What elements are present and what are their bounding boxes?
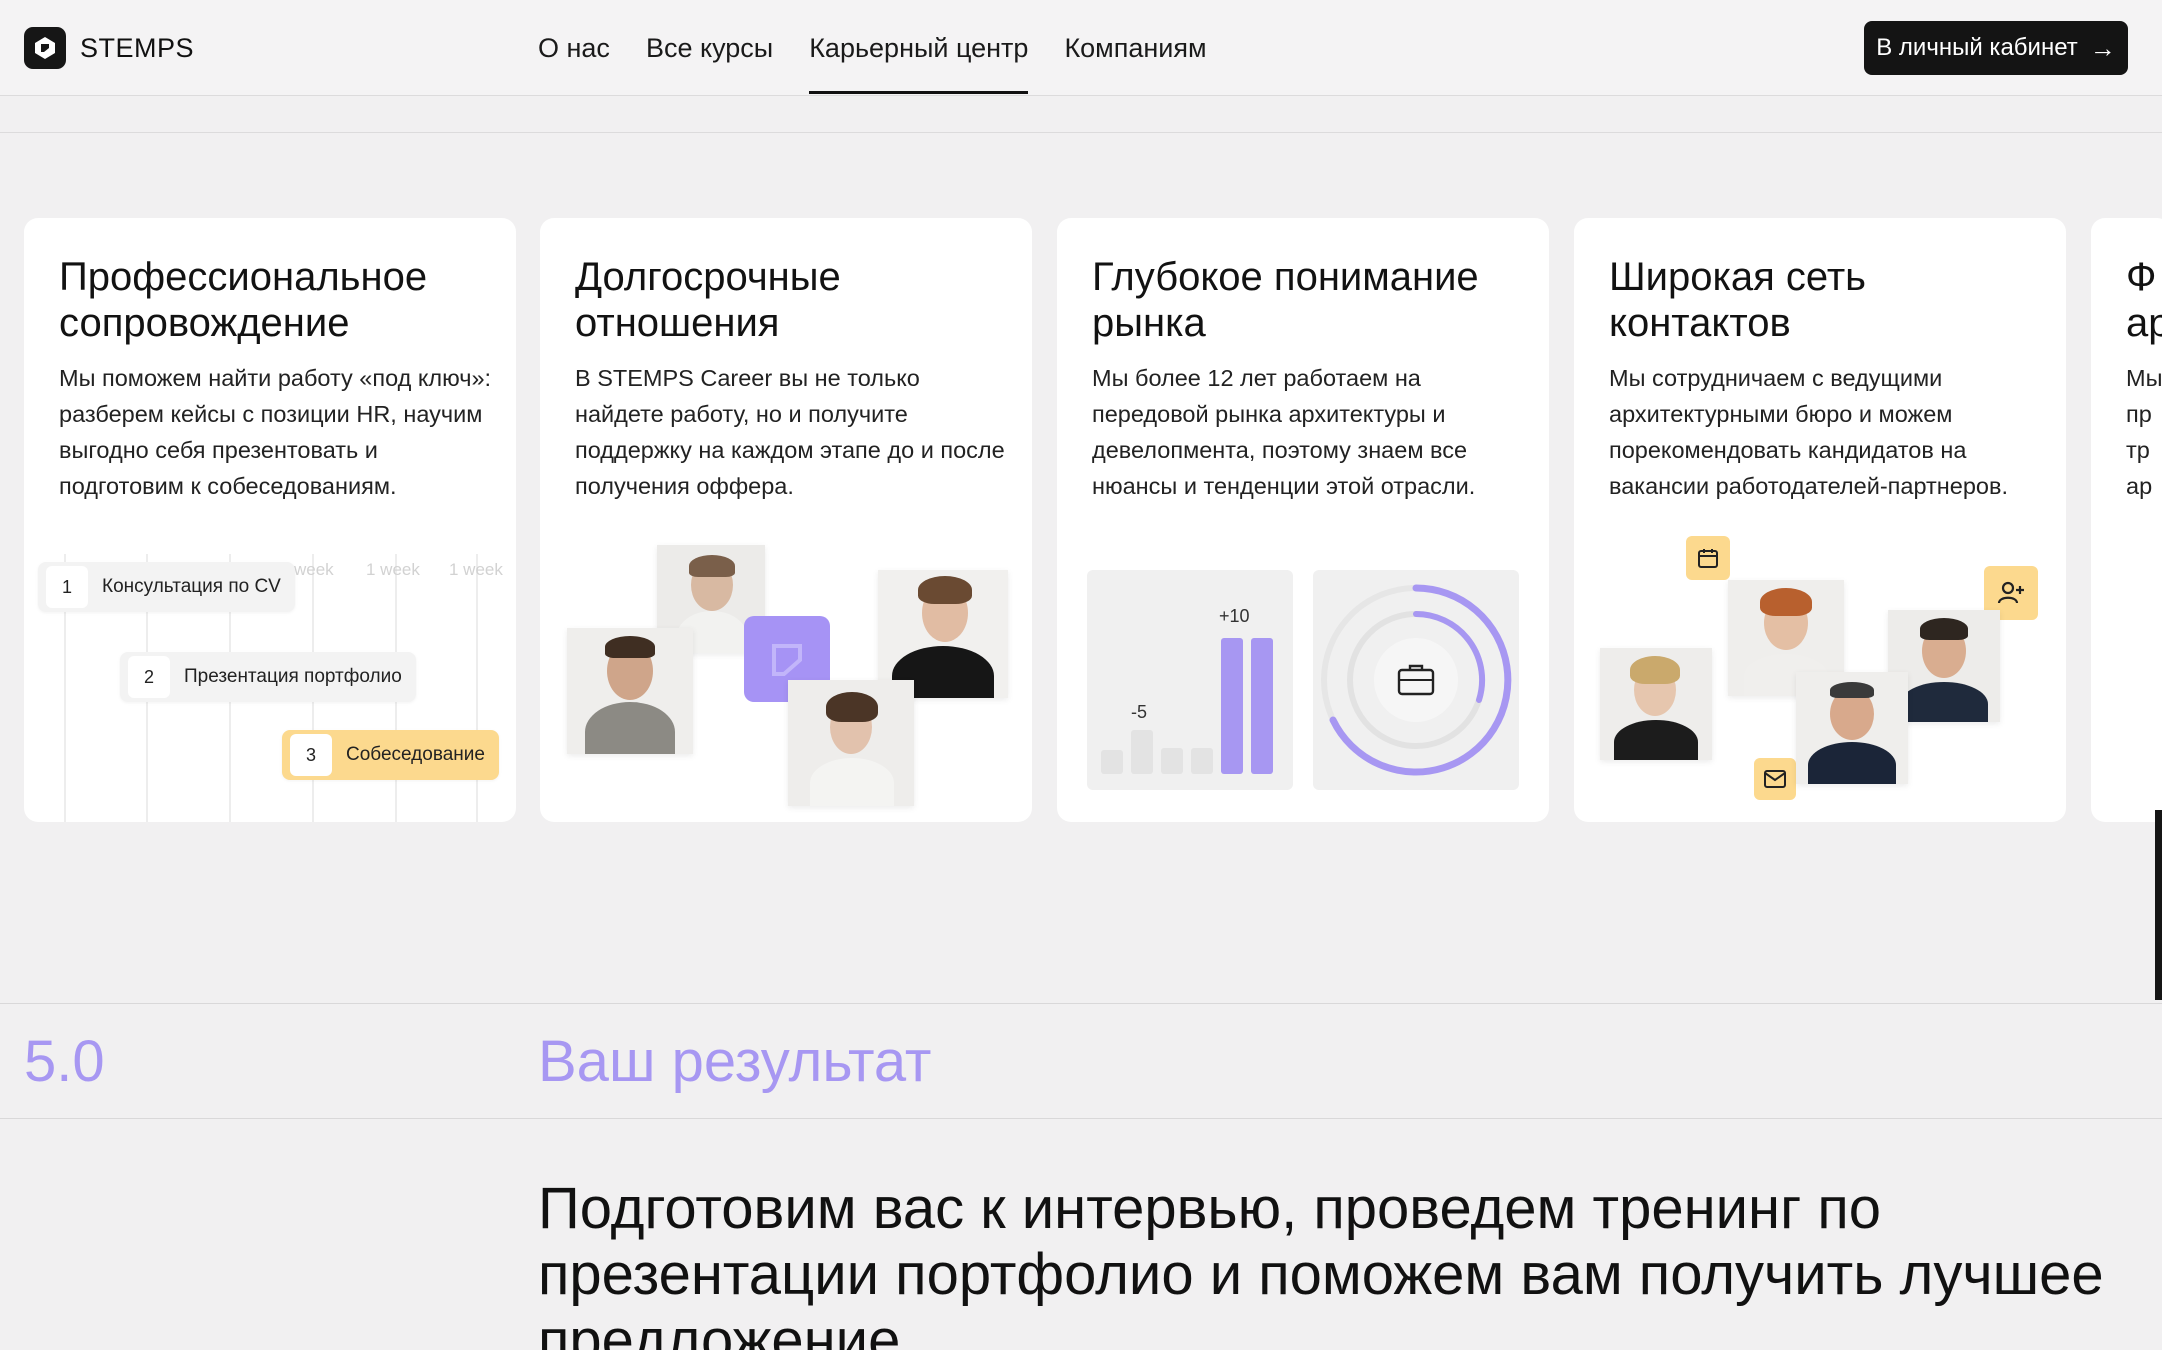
step-number: 1 (46, 566, 88, 608)
portrait-photo (788, 680, 914, 806)
growth-bar-chart: -5 +10 (1087, 570, 1293, 790)
logo[interactable]: STEMPS (24, 27, 194, 69)
logo-text: STEMPS (80, 32, 195, 63)
feature-card-relations: Долгосрочные отношения В STEMPS Career в… (540, 218, 1032, 822)
logo-icon (24, 27, 66, 69)
step-label: Консультация по CV (102, 576, 281, 597)
timeline-week-label: 1 week (449, 560, 503, 579)
section-lead-text: Подготовим вас к интервью, проведем трен… (538, 1176, 2104, 1350)
card-text: Мы пр тр ар (2126, 365, 2162, 499)
bar-label-high: +10 (1219, 606, 1250, 626)
card-text: Мы поможем найти работу «под ключ»: разб… (59, 365, 492, 499)
card-title: Широкая сеть контактов (1609, 255, 1866, 345)
step-label: Презентация портфолио (184, 666, 402, 687)
step-label: Собеседование (346, 744, 485, 765)
timeline-week-label: 1 week (366, 560, 420, 579)
card-title: Долгосрочные отношения (575, 255, 841, 345)
divider (0, 1118, 2162, 1119)
nav-about[interactable]: О нас (538, 0, 610, 96)
step-number: 3 (290, 734, 332, 776)
section-title: Ваш результат (538, 1029, 932, 1094)
card-text: В STEMPS Career вы не только найдете раб… (575, 365, 1005, 499)
card-text: Мы сотрудничаем с ведущими архитектурным… (1609, 365, 2008, 499)
account-button-label: В личный кабинет (1876, 34, 2078, 61)
briefcase-icon (1397, 662, 1435, 701)
feature-card-partial: Ф ар Мы пр тр ар (2091, 218, 2162, 822)
portrait-photo (1600, 648, 1712, 760)
divider (0, 132, 2162, 133)
timeline-step: 2 Презентация портфолио (120, 652, 416, 702)
main-nav: О нас Все курсы Карьерный центр Компания… (538, 0, 1207, 96)
card-title: Глубокое понимание рынка (1092, 255, 1479, 345)
scroll-handle[interactable] (2155, 810, 2162, 1000)
section-number: 5.0 (24, 1029, 105, 1094)
timeline-week-label: week (294, 560, 334, 579)
nav-courses[interactable]: Все курсы (646, 0, 773, 96)
site-header: STEMPS О нас Все курсы Карьерный центр К… (0, 0, 2162, 96)
arrow-right-icon: → (2089, 32, 2116, 63)
nav-companies[interactable]: Компаниям (1064, 0, 1206, 96)
feature-card-support: Профессиональное сопровождение Мы поможе… (24, 218, 516, 822)
divider (0, 1003, 2162, 1004)
account-button[interactable]: В личный кабинет → (1864, 21, 2128, 75)
calendar-icon (1686, 536, 1730, 580)
card-title: Профессиональное сопровождение (59, 255, 428, 345)
portrait-photo (567, 628, 693, 754)
feature-card-network: Широкая сеть контактов Мы сотрудничаем с… (1574, 218, 2066, 822)
feature-card-market: Глубокое понимание рынка Мы более 12 лет… (1057, 218, 1549, 822)
timeline-step-active: 3 Собеседование (282, 730, 499, 780)
portrait-photo (1796, 672, 1908, 784)
mail-icon (1754, 758, 1796, 800)
step-number: 2 (128, 656, 170, 698)
progress-ring (1313, 570, 1519, 790)
nav-career-center[interactable]: Карьерный центр (809, 0, 1029, 96)
card-text: Мы более 12 лет работаем на передовой ры… (1092, 365, 1476, 499)
portrait-photo (878, 570, 1008, 698)
bar-label-low: -5 (1131, 702, 1148, 722)
timeline-step: 1 Консультация по CV (38, 562, 295, 612)
timeline-gridline (476, 554, 478, 822)
card-title: Ф ар (2126, 255, 2162, 345)
